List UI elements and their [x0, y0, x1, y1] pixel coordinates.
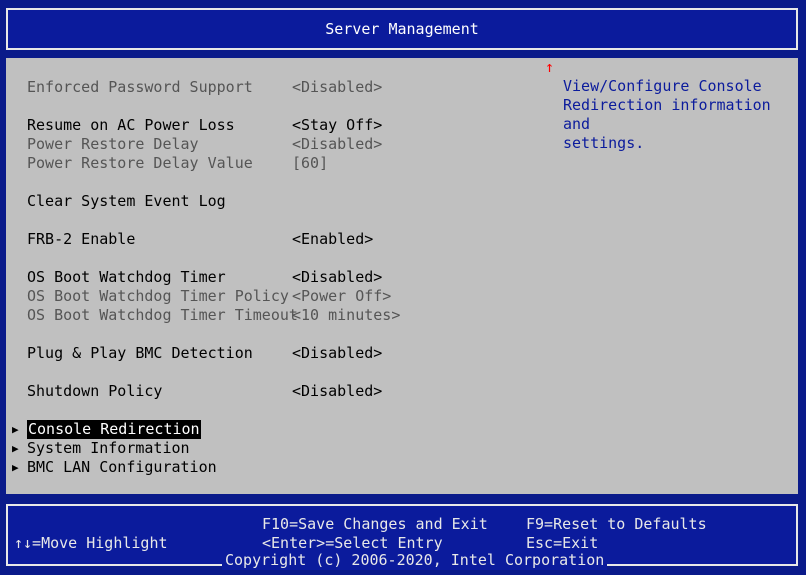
submenu-arrow-icon: ▶ — [12, 461, 19, 474]
setting-label: Plug & Play BMC Detection — [27, 344, 253, 362]
copyright-notice: Copyright (c) 2006-2020, Intel Corporati… — [222, 551, 608, 570]
setting-value: <Disabled> — [292, 268, 383, 286]
footer-reset-hint: F9=Reset to Defaults — [526, 515, 707, 533]
setting-label: Resume on AC Power Loss — [27, 116, 235, 134]
setting-label: OS Boot Watchdog Timer Timeout — [27, 306, 298, 324]
submenu-label: BMC LAN Configuration — [27, 458, 217, 476]
setting-label: Power Restore Delay Value — [27, 154, 253, 172]
setting-value: <Disabled> — [292, 135, 383, 153]
setting-label: Shutdown Policy — [27, 382, 163, 400]
setting-value: <Disabled> — [292, 382, 383, 400]
setting-value: <Disabled> — [292, 344, 383, 362]
help-text: View/Configure Console Redirection infor… — [563, 77, 771, 152]
bios-screen: Server Management ↑ Enforced Password Su… — [0, 0, 806, 575]
setting-value: <10 minutes> — [292, 306, 401, 324]
footer-save-hint: F10=Save Changes and Exit — [262, 515, 488, 533]
setting-value: [60] — [292, 154, 329, 172]
setting-label: FRB-2 Enable — [27, 230, 136, 248]
setting-label: OS Boot Watchdog Timer — [27, 268, 226, 286]
setting-value: <Stay Off> — [292, 116, 383, 134]
setting-label: Enforced Password Support — [27, 78, 253, 96]
setting-value: <Enabled> — [292, 230, 374, 248]
page-title: Server Management — [325, 20, 479, 38]
footer-move-hint: ↑↓=Move Highlight — [14, 534, 168, 552]
submenu-arrow-icon: ▶ — [12, 442, 19, 455]
submenu-arrow-icon: ▶ — [12, 423, 19, 436]
submenu-label: Console Redirection — [27, 420, 201, 439]
setting-value: <Disabled> — [292, 78, 383, 96]
panel-divider — [551, 58, 552, 494]
setting-label: Power Restore Delay — [27, 135, 199, 153]
settings-panel: ↑ Enforced Password Support <Disabled> R… — [6, 58, 798, 494]
setting-label: Clear System Event Log — [27, 192, 226, 210]
scroll-up-icon[interactable]: ↑ — [545, 58, 554, 77]
submenu-label: System Information — [27, 439, 190, 457]
header-bar: Server Management — [6, 8, 798, 50]
setting-value: <Power Off> — [292, 287, 392, 305]
setting-label: OS Boot Watchdog Timer Policy — [27, 287, 289, 305]
